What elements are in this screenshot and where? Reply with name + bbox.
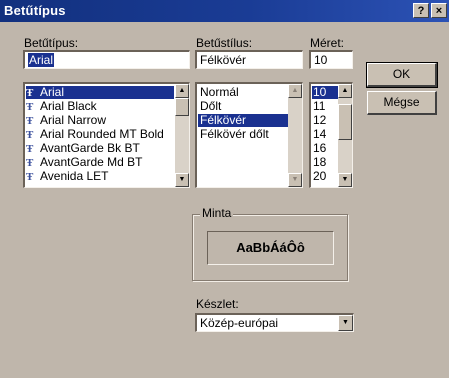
truetype-icon: Ŧ [26,129,33,141]
title-bar: Betűtípus ? × [0,0,449,22]
style-list[interactable]: Normál Dőlt Félkövér Félkövér dőlt ▲ ▼ [195,82,303,188]
font-label: Betűtípus: [24,36,79,50]
size-list-item[interactable]: 14 [312,128,338,141]
truetype-icon: Ŧ [26,87,33,99]
scroll-down-icon[interactable]: ▼ [175,173,189,187]
style-input[interactable]: Félkövér [195,50,303,69]
sample-label: Minta [200,206,234,220]
ok-button[interactable]: OK [366,62,438,88]
font-scrollbar[interactable]: ▲ ▼ [175,84,189,187]
font-input-value: Arial [28,53,55,67]
scroll-up-icon[interactable]: ▲ [175,84,189,98]
size-input[interactable]: 10 [309,50,353,69]
size-scrollbar[interactable]: ▲ ▼ [338,84,352,187]
scroll-up-icon[interactable]: ▲ [288,84,302,98]
font-list-item[interactable]: Ŧ Arial Rounded MT Bold [26,128,174,141]
font-list-item[interactable]: Ŧ Arial Black [26,100,174,113]
font-list-item[interactable]: Ŧ Avenida LET [26,170,174,183]
script-select[interactable]: Közép-európai ▼ [195,313,354,332]
chevron-down-icon[interactable]: ▼ [338,315,353,331]
scroll-thumb[interactable] [338,104,352,140]
style-scrollbar[interactable]: ▲ ▼ [288,84,302,187]
truetype-icon: Ŧ [26,157,33,169]
script-label: Készlet: [196,297,239,311]
scroll-up-icon[interactable]: ▲ [338,84,352,98]
size-list-item[interactable]: 18 [312,156,338,169]
truetype-icon: Ŧ [26,143,33,155]
size-label: Méret: [310,36,345,50]
size-list-item[interactable]: 16 [312,142,338,155]
script-select-value: Közép-európai [200,316,279,330]
size-list-item[interactable]: 10 [312,86,338,99]
font-list[interactable]: Ŧ Arial Ŧ Arial Black Ŧ Arial Narrow Ŧ Arial… [23,82,190,188]
font-list-item[interactable]: Ŧ Arial Narrow [26,114,174,127]
font-list-item[interactable]: Ŧ AvantGarde Md BT [26,156,174,169]
window-title: Betűtípus [4,3,66,18]
size-list-item[interactable]: 11 [312,100,338,113]
style-list-item[interactable]: Félkövér [198,114,289,127]
scroll-down-icon[interactable]: ▼ [288,173,302,187]
close-button[interactable]: × [431,3,447,18]
size-list-item[interactable]: 12 [312,114,338,127]
help-button[interactable]: ? [413,3,429,18]
style-list-item[interactable]: Dőlt [198,100,289,113]
cancel-button[interactable]: Mégse [367,91,437,115]
scroll-thumb[interactable] [175,98,189,116]
font-list-item[interactable]: Ŧ AvantGarde Bk BT [26,142,174,155]
scroll-down-icon[interactable]: ▼ [338,173,352,187]
size-list-item[interactable]: 20 [312,170,338,183]
style-label: Betűstílus: [196,36,253,50]
style-list-item[interactable]: Félkövér dőlt [198,128,289,141]
truetype-icon: Ŧ [26,171,33,183]
sample-preview: AaBbÁáÔô [207,231,334,265]
font-input[interactable]: Arial [23,50,190,69]
style-list-item[interactable]: Normál [198,86,289,99]
font-list-item[interactable]: Ŧ Arial [26,86,174,99]
size-list[interactable]: 10 11 12 14 16 18 20 ▲ ▼ [309,82,353,188]
truetype-icon: Ŧ [26,101,33,113]
truetype-icon: Ŧ [26,115,33,127]
